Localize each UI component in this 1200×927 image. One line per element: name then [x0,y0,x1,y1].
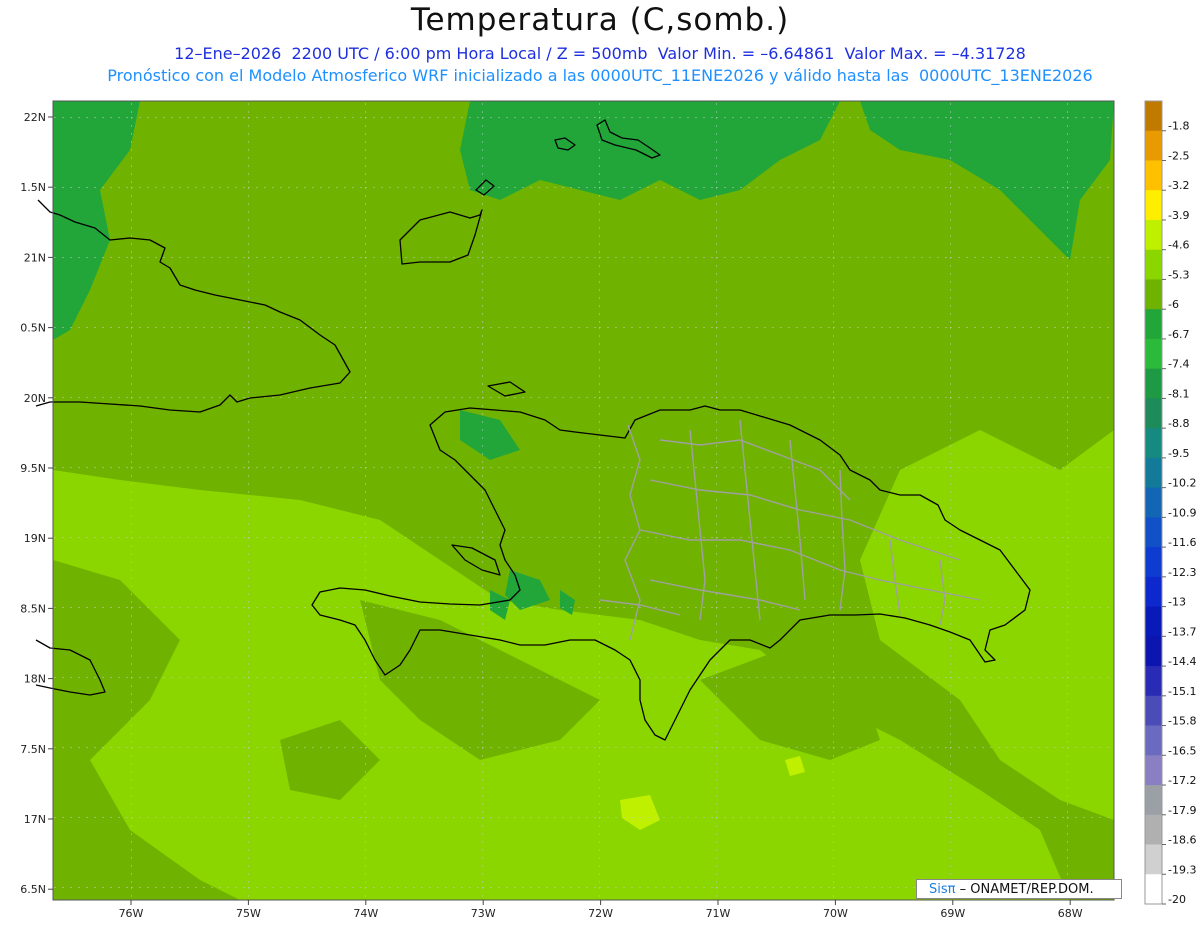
colorbar-label: -6 [1168,298,1179,311]
colorbar-swatch [1145,249,1162,280]
colorbar-swatch [1145,428,1162,459]
colorbar-swatch [1145,666,1162,697]
lat-label: 6.5N [20,883,46,896]
longitude-axis: 76W 75W 74W 73W 72W 71W 70W 69W 68W [119,900,1083,920]
colorbar-label: -13 [1168,596,1186,609]
credit-box: Sisπ – ONAMET/REP.DOM. [916,879,1122,899]
colorbar-label: -7.4 [1168,358,1189,371]
colorbar-swatch [1145,636,1162,667]
colorbar-label: -2.5 [1168,149,1189,162]
lon-label: 68W [1058,907,1083,920]
colorbar-swatch [1145,368,1162,399]
colorbar-label: -8.1 [1168,387,1189,400]
colorbar-swatch [1145,547,1162,578]
colorbar-label: -20 [1168,893,1186,906]
lat-label: 0.5N [20,322,46,335]
colorbar-label: -15.1 [1168,685,1196,698]
credit-text: – ONAMET/REP.DOM. [959,882,1094,897]
colorbar-label: -9.5 [1168,447,1189,460]
colorbar-label: -17.2 [1168,774,1196,787]
colorbar-label: -10.9 [1168,506,1196,519]
colorbar-label: -16.5 [1168,744,1196,757]
temperature-map: 22N 1.5N 21N 0.5N 20N 9.5N 19N 8.5N 18N 7.5N 17N 6.… [20,100,1196,920]
lon-label: 72W [588,907,613,920]
colorbar-swatch [1145,398,1162,429]
colorbar-label: -3.2 [1168,179,1189,192]
colorbar-label: -10.2 [1168,477,1196,490]
colorbar-label: -5.3 [1168,268,1189,281]
colorbar-swatch [1145,457,1162,489]
colorbar-swatch [1145,190,1162,221]
colorbar-swatch [1145,338,1162,370]
colorbar-label: -4.6 [1168,239,1189,252]
colorbar-swatch [1145,814,1162,846]
colorbar-swatch [1145,309,1162,340]
colorbar-label: -17.9 [1168,804,1196,817]
colorbar-label: -1.8 [1168,120,1189,133]
lat-label: 7.5N [20,743,46,756]
colorbar-swatch [1145,517,1162,548]
colorbar-label: -12.3 [1168,566,1196,579]
lon-label: 73W [471,907,496,920]
colorbar-label: -3.9 [1168,209,1189,222]
colorbar-label: -18.6 [1168,834,1196,847]
credit-brand: Sisπ [929,882,956,897]
lat-label: 18N [24,673,46,686]
colorbar-swatch [1145,874,1162,905]
lat-label: 17N [24,813,46,826]
colorbar-swatch [1145,785,1162,816]
colorbar-label: -6.7 [1168,328,1189,341]
lat-label: 1.5N [20,181,46,194]
lat-label: 22N [24,111,46,124]
lon-label: 76W [119,907,144,920]
lon-label: 69W [940,907,965,920]
colorbar-label: -13.7 [1168,625,1196,638]
colorbar: -1.8 -2.5 -3.2 -3.9 -4.6 -5.3 -6 -6.7 -7.4 -8.1 -8… [1144,100,1196,906]
colorbar-swatch [1145,279,1162,310]
lat-label: 19N [24,532,46,545]
latitude-axis: 22N 1.5N 21N 0.5N 20N 9.5N 19N 8.5N 18N 7.5N 17N 6.… [20,111,53,896]
lon-label: 70W [823,907,848,920]
lon-label: 75W [236,907,261,920]
colorbar-swatch [1145,487,1162,518]
colorbar-label: -11.6 [1168,536,1196,549]
colorbar-swatch [1145,576,1162,608]
colorbar-swatch [1145,160,1162,191]
lat-label: 21N [24,251,46,264]
colorbar-swatch [1145,130,1162,161]
lat-label: 20N [24,392,46,405]
lon-label: 74W [353,907,378,920]
colorbar-label: -15.8 [1168,715,1196,728]
colorbar-swatch [1145,606,1162,637]
colorbar-swatch [1145,695,1162,727]
colorbar-label: -14.4 [1168,655,1196,668]
colorbar-swatch [1145,844,1162,875]
map-plot-area [53,101,1114,900]
lat-label: 9.5N [20,462,46,475]
colorbar-swatch [1145,755,1162,786]
colorbar-swatch [1145,219,1162,251]
colorbar-label: -19.3 [1168,863,1196,876]
colorbar-swatch [1145,101,1162,132]
colorbar-swatch [1145,725,1162,756]
colorbar-label: -8.8 [1168,417,1189,430]
lon-label: 71W [706,907,731,920]
lat-label: 8.5N [20,602,46,615]
